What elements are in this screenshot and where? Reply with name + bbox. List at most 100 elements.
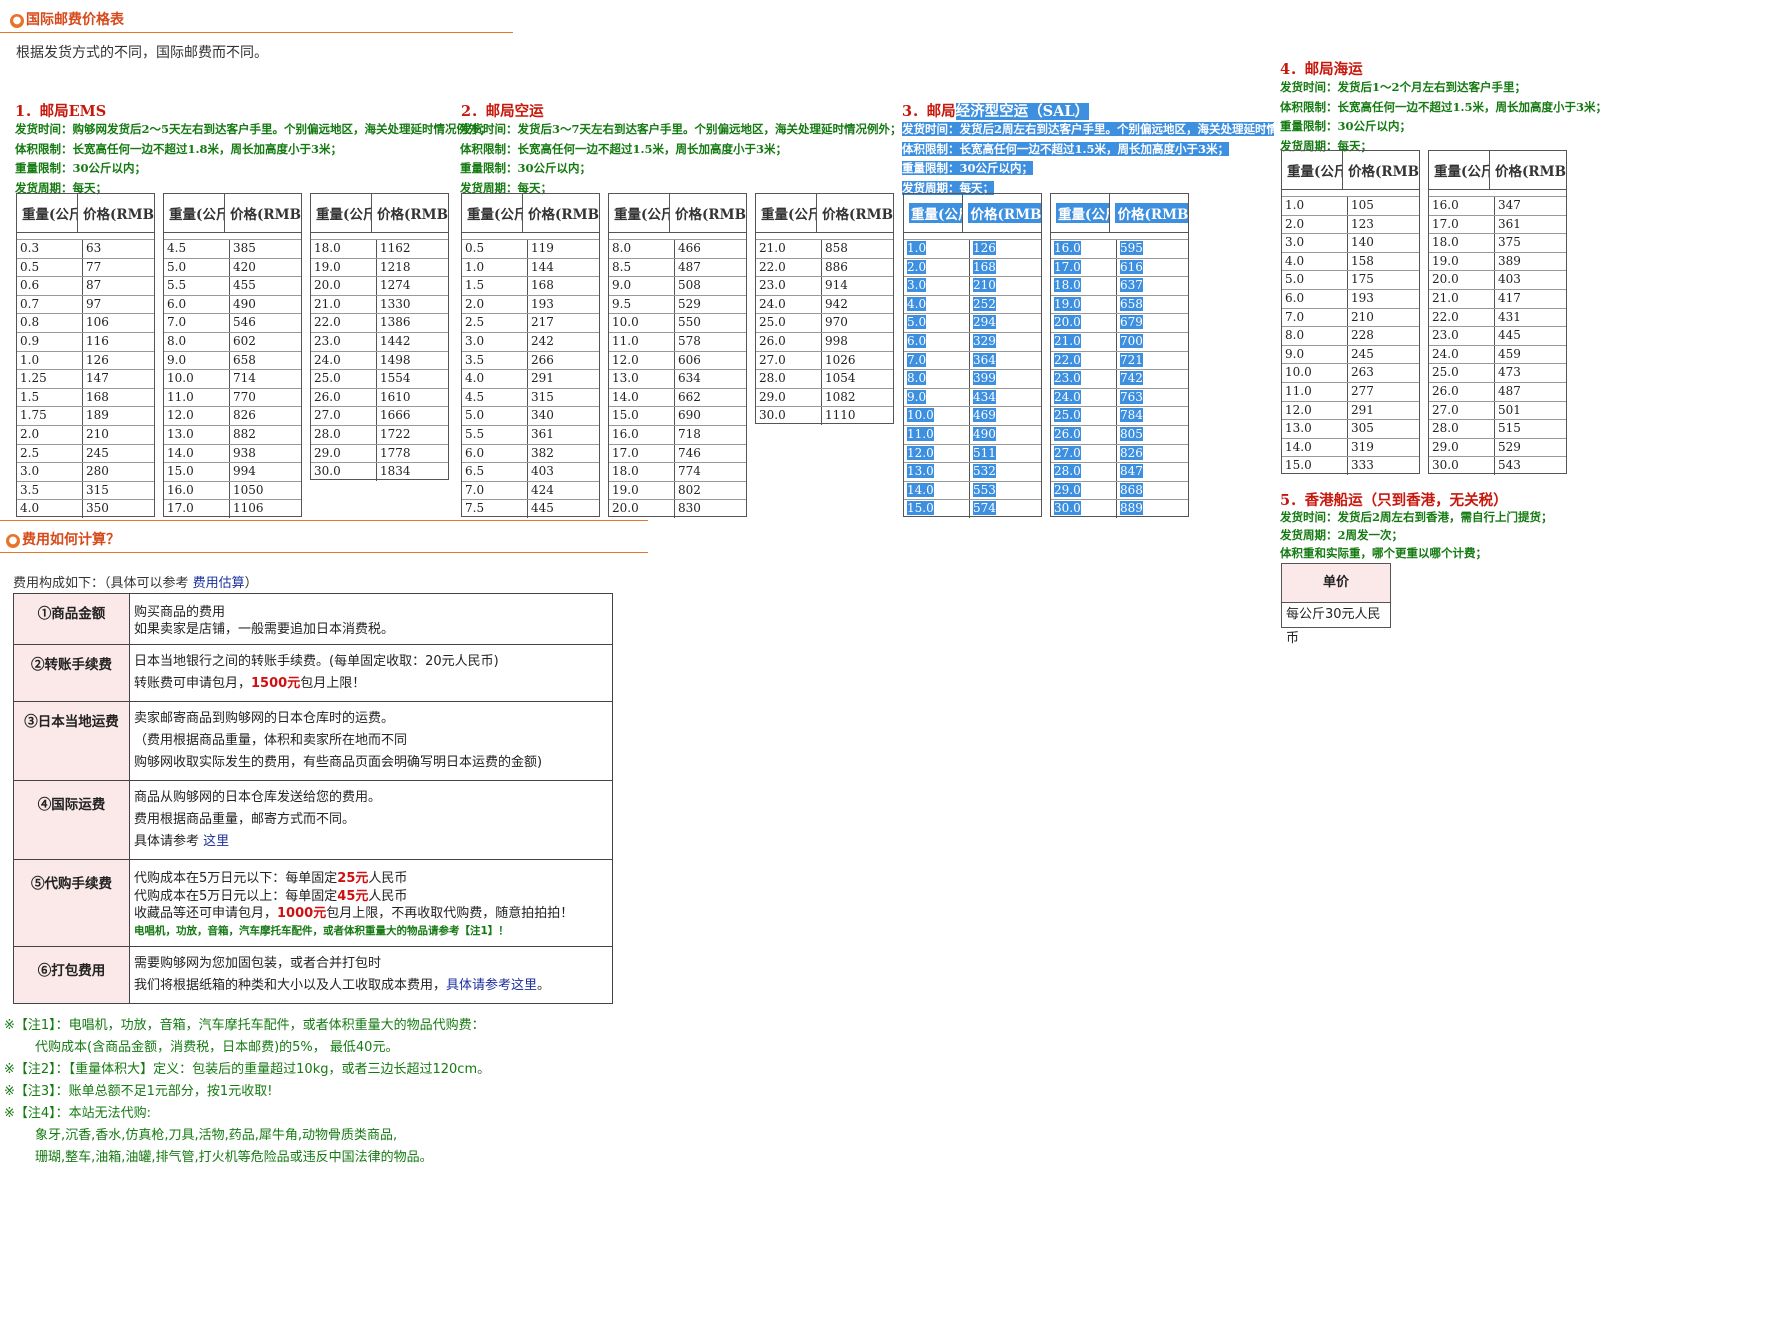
price-cell: 501 <box>1498 402 1521 417</box>
price-row: 0.5 119 <box>462 239 599 258</box>
weight-cell: 9.0 <box>609 277 675 295</box>
price-row: 5.0 294 <box>904 313 1041 332</box>
fee-desc: 需要购够网为您加固包装，或者合并打包时 我们将根据纸箱的种类和大小以及人工收取成… <box>129 946 613 1004</box>
weight-cell: 27.0 <box>1429 401 1495 420</box>
fee-desc-line: 我们将根据纸箱的种类和大小以及人工收取成本费用，具体请参考这里。 <box>134 975 608 997</box>
ems-info-line: 发货时间：购够网发货后2～5天左右到达客户手里。个别偏远地区，海关处理延时情况例… <box>15 122 491 136</box>
weight-header: 重量(公斤) <box>164 194 226 232</box>
price-row: 0.7 97 <box>17 294 154 314</box>
weight-cell: 1.0 <box>462 258 528 277</box>
price-row: 22.0 1386 <box>311 313 448 332</box>
sea-price-table-2: 重量(公斤)价格(RMB)16.034717.036118.037519.038… <box>1428 150 1567 475</box>
price-cell: 679 <box>1120 315 1143 330</box>
price-cell: 1498 <box>380 352 411 367</box>
fee-estimate-link[interactable]: 费用估算 <box>193 576 245 591</box>
price-row: 30.0 543 <box>1429 456 1566 475</box>
price-row: 13.0 532 <box>904 462 1041 481</box>
price-cell: 389 <box>1498 253 1521 268</box>
weight-cell: 8.0 <box>609 240 675 258</box>
weight-cell: 24.0 <box>756 295 822 314</box>
weight-cell: 30.0 <box>1051 500 1117 518</box>
price-cell: 403 <box>1498 272 1521 287</box>
price-cell: 889 <box>1120 501 1143 516</box>
price-cell: 998 <box>825 333 848 348</box>
weight-cell: 1.5 <box>462 277 528 295</box>
sal-info-line: 发货时间：发货后2周左右到达客户手里。个别偏远地区，海关处理延时情况例 <box>902 122 1274 136</box>
price-cell: 305 <box>1351 421 1374 436</box>
fee-desc: 卖家邮寄商品到购够网的日本仓库时的运费。 （费用根据商品重量，体积和卖家所在地而… <box>129 701 613 781</box>
sal-price-table-1: 重量(公斤)价格(RMB)1.01262.01683.02104.02525.0… <box>903 193 1042 518</box>
weight-cell: 9.0 <box>1282 345 1348 364</box>
weight-cell: 0.3 <box>17 240 83 258</box>
price-cell: 487 <box>678 259 701 274</box>
weight-cell: 2.0 <box>17 425 83 444</box>
price-row: 16.0 595 <box>1051 239 1188 258</box>
fee-desc-line: 收藏品等还可申请包月，1000元包月上限，不再收取代购费，随意拍拍拍！ <box>134 905 608 923</box>
fee-desc-line: 日本当地银行之间的转账手续费。(每单固定收取：20元人民币) <box>134 654 499 669</box>
weight-cell: 13.0 <box>1282 420 1348 438</box>
shipping-detail-link[interactable]: 这里 <box>203 834 229 849</box>
price-cell: 578 <box>678 333 701 348</box>
price-cell: 175 <box>1351 272 1374 287</box>
weight-cell: 15.0 <box>904 500 970 518</box>
price-cell: 1554 <box>380 371 411 386</box>
weight-cell: 2.0 <box>904 258 970 277</box>
weight-cell: 15.0 <box>609 407 675 425</box>
weight-cell: 0.5 <box>17 258 83 277</box>
price-row: 23.0 1442 <box>311 331 448 351</box>
weight-cell: 18.0 <box>311 240 377 258</box>
weight-cell: 28.0 <box>1429 420 1495 438</box>
price-cell: 602 <box>233 333 256 348</box>
price-row: 18.0 375 <box>1429 233 1566 252</box>
price-row: 20.0 403 <box>1429 270 1566 289</box>
price-cell: 424 <box>531 482 554 497</box>
section-title-price-table: ● 国际邮费价格表 <box>10 9 124 29</box>
weight-cell: 1.0 <box>904 240 970 258</box>
weight-cell: 8.0 <box>164 332 230 351</box>
ems-price-table-2: 重量(公斤)价格(RMB)4.53855.04205.54556.04907.0… <box>163 193 302 518</box>
price-row: 8.0 228 <box>1282 326 1419 345</box>
price-cell: 914 <box>825 278 848 293</box>
price-cell: 280 <box>86 464 109 479</box>
price-cell: 147 <box>86 371 109 386</box>
price-row: 30.0 1110 <box>756 406 893 425</box>
price-row: 25.0 1554 <box>311 369 448 388</box>
price-row: 8.5 487 <box>609 257 746 277</box>
price-row: 12.0 606 <box>609 350 746 370</box>
weight-cell: 30.0 <box>756 407 822 425</box>
price-cell: 637 <box>1120 278 1143 293</box>
price-cell: 487 <box>1498 383 1521 398</box>
price-row: 27.0 1026 <box>756 350 893 370</box>
air-info: 发货时间：发货后3～7天左右到达客户手里。个别偏远地区，海关处理延时情况例外； … <box>460 120 902 198</box>
price-row: 4.0 350 <box>17 499 154 518</box>
price-row: 29.0 1082 <box>756 387 893 407</box>
price-cell: 417 <box>1498 290 1521 305</box>
weight-cell: 28.0 <box>756 370 822 388</box>
weight-cell: 19.0 <box>1429 252 1495 271</box>
price-row: 13.0 305 <box>1282 419 1419 438</box>
weight-cell: 2.0 <box>462 295 528 314</box>
weight-cell: 23.0 <box>1051 370 1117 388</box>
price-row: 6.0 329 <box>904 331 1041 351</box>
price-cell: 662 <box>678 389 701 404</box>
price-cell: 1050 <box>233 482 264 497</box>
price-cell: 350 <box>86 501 109 516</box>
price-row: 21.0 858 <box>756 239 893 258</box>
price-row: 15.0 690 <box>609 406 746 425</box>
ems-price-table-1: 重量(公斤)价格(RMB)0.3630.5770.6870.7970.81060… <box>16 193 155 518</box>
weight-cell: 3.0 <box>904 277 970 295</box>
sal-title-prefix: 3．邮局 <box>902 103 956 120</box>
hk-info: 发货时间：发货后2周左右到香港，需自行上门提货； 发货周期：2周发一次； 体积重… <box>1280 508 1553 562</box>
fee-desc-line: （费用根据商品重量，体积和卖家所在地而不同 <box>134 733 408 748</box>
price-cell: 658 <box>1120 296 1143 311</box>
note-line: ※【注2】：【重量体积大】定义：包装后的重量超过10kg，或者三边长超过120c… <box>4 1062 491 1077</box>
price-row: 25.0 473 <box>1429 363 1566 382</box>
packing-detail-link[interactable]: 具体请参考这里 <box>446 978 537 993</box>
divider <box>0 32 513 33</box>
price-row: 2.5 217 <box>462 313 599 332</box>
price-cell: 228 <box>1351 328 1374 343</box>
price-row: 29.0 529 <box>1429 437 1566 457</box>
weight-cell: 3.0 <box>1282 234 1348 252</box>
price-cell: 245 <box>86 445 109 460</box>
price-cell: 291 <box>531 371 554 386</box>
